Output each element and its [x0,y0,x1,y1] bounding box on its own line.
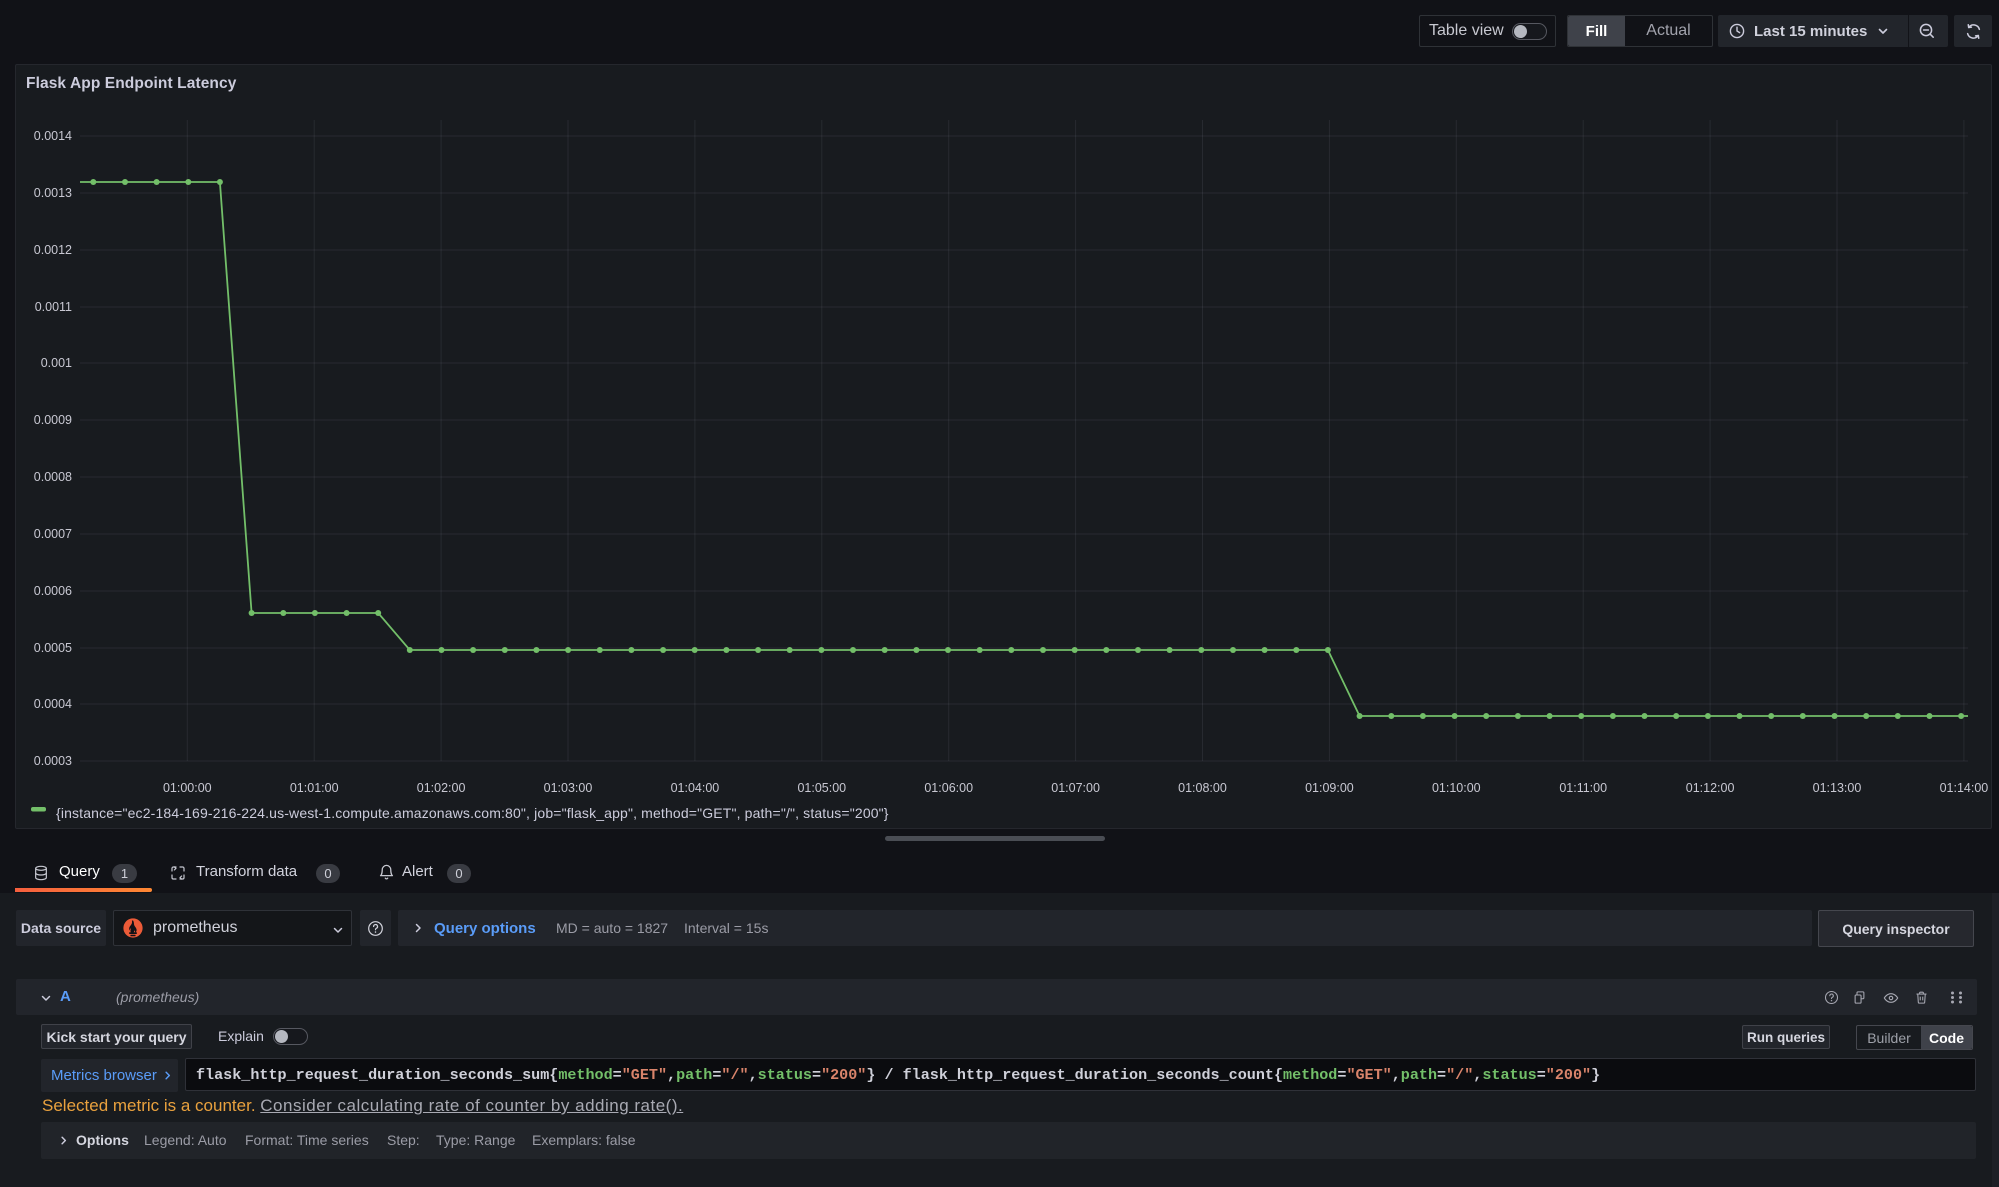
svg-text:01:11:00: 01:11:00 [1559,781,1607,795]
svg-text:01:02:00: 01:02:00 [417,781,466,795]
svg-text:0.001: 0.001 [41,356,72,370]
svg-text:01:05:00: 01:05:00 [797,781,846,795]
svg-text:01:10:00: 01:10:00 [1432,781,1481,795]
svg-text:0.0009: 0.0009 [34,413,72,427]
svg-text:0.0011: 0.0011 [35,300,72,314]
svg-text:0.0013: 0.0013 [34,186,72,200]
svg-text:01:09:00: 01:09:00 [1305,781,1354,795]
svg-text:0.0007: 0.0007 [34,527,72,541]
svg-text:0.0006: 0.0006 [34,584,72,598]
svg-text:0.0004: 0.0004 [34,697,72,711]
svg-text:01:03:00: 01:03:00 [544,781,593,795]
svg-text:0.0014: 0.0014 [34,129,72,143]
svg-text:01:04:00: 01:04:00 [671,781,720,795]
svg-text:01:12:00: 01:12:00 [1686,781,1735,795]
svg-text:01:14:00: 01:14:00 [1940,781,1989,795]
svg-text:0.0008: 0.0008 [34,470,72,484]
svg-text:01:13:00: 01:13:00 [1813,781,1862,795]
svg-text:01:07:00: 01:07:00 [1051,781,1100,795]
svg-text:{instance="ec2-184-169-216-224: {instance="ec2-184-169-216-224.us-west-1… [56,805,889,821]
svg-text:01:00:00: 01:00:00 [163,781,212,795]
svg-text:0.0012: 0.0012 [34,243,72,257]
svg-text:01:01:00: 01:01:00 [290,781,339,795]
svg-text:01:08:00: 01:08:00 [1178,781,1227,795]
svg-text:0.0005: 0.0005 [34,641,72,655]
svg-text:0.0003: 0.0003 [34,754,72,768]
svg-text:01:06:00: 01:06:00 [924,781,973,795]
